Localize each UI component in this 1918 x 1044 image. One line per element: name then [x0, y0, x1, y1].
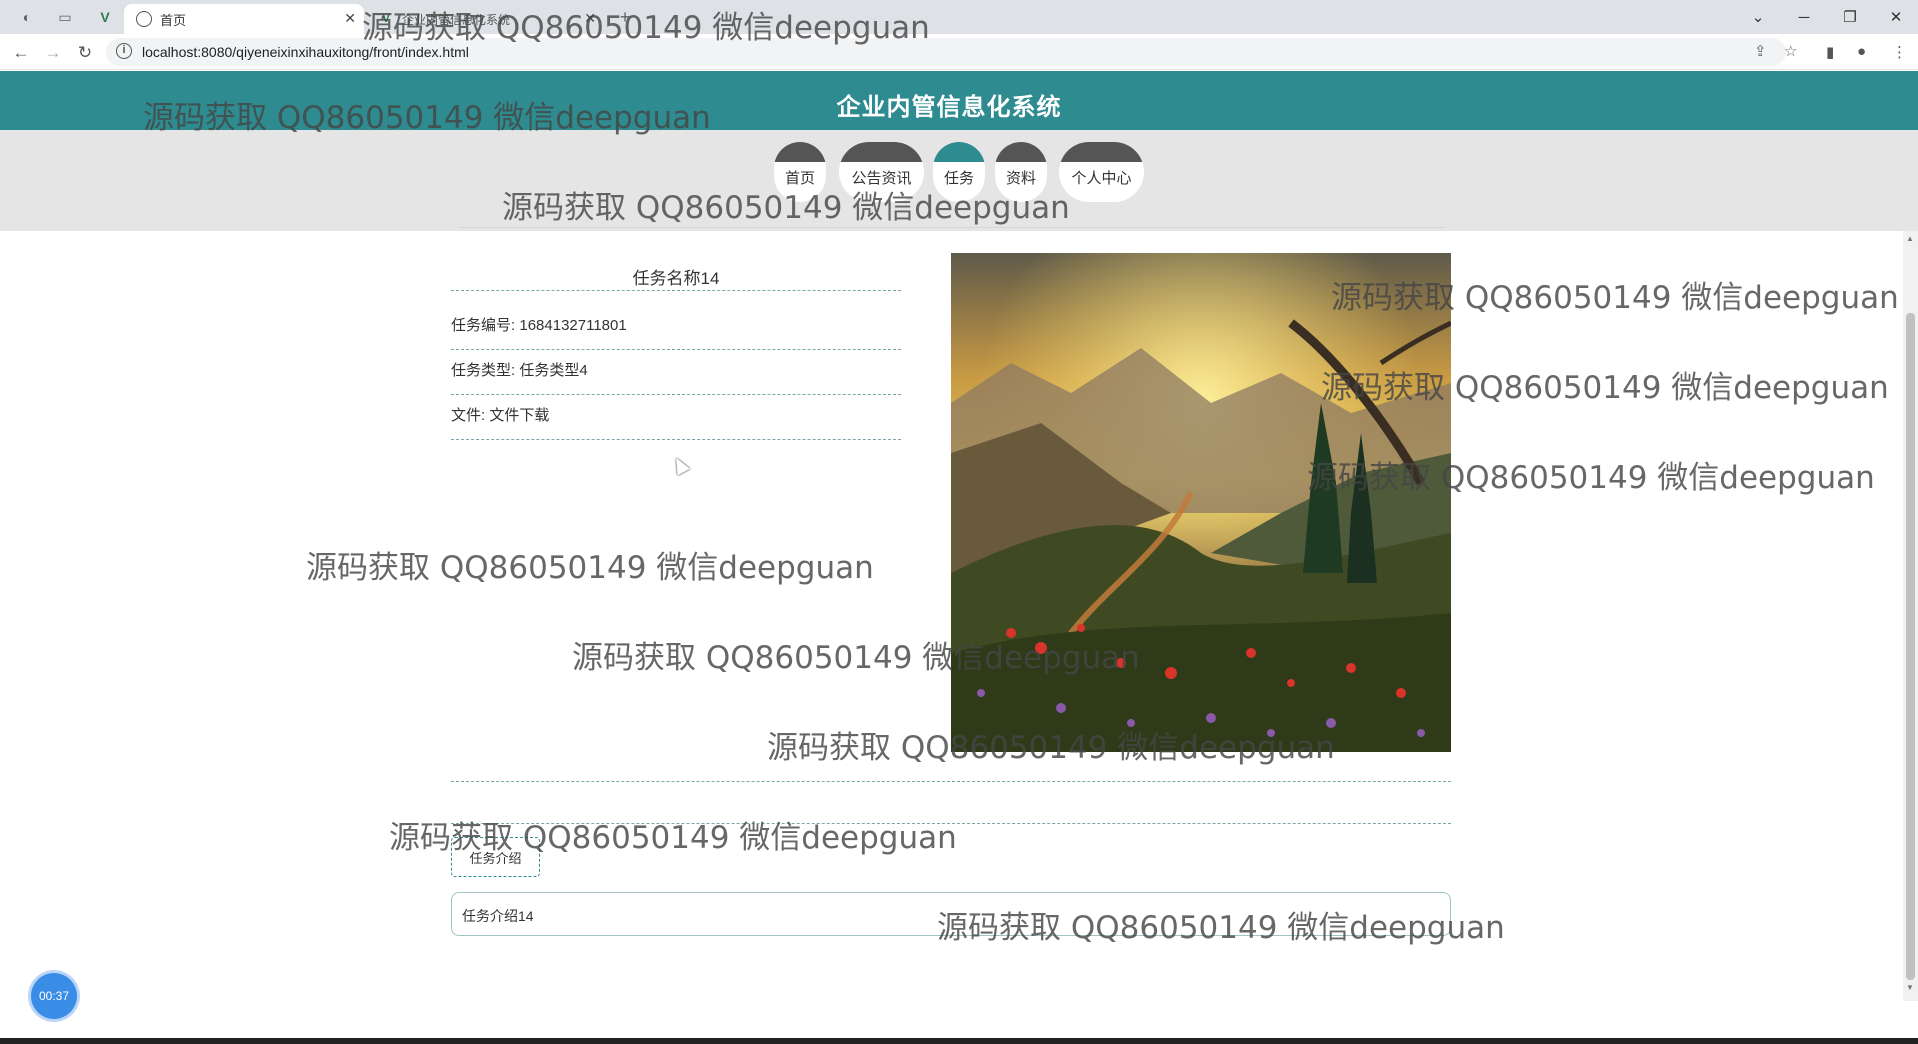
task-name: 任务名称14	[632, 269, 720, 288]
watermark: 源码获取 QQ86050149 微信deepguan	[1307, 460, 1875, 496]
scroll-down-icon[interactable]: ▼	[1906, 983, 1914, 992]
tab-title: 首页	[160, 12, 187, 28]
divider	[460, 227, 1444, 228]
field-task-number: 任务编号: 1684132711801	[451, 314, 901, 350]
watermark: 源码获取 QQ86050149 微信deepguan	[1321, 370, 1889, 406]
field-task-type: 任务类型: 任务类型4	[451, 359, 901, 395]
globe-icon	[136, 11, 152, 27]
tab-search-icon[interactable]: ⌄	[1738, 4, 1778, 30]
watermark: 源码获取 QQ86050149 微信deepguan	[502, 190, 1070, 226]
tab-home[interactable]: 首页 ✕	[124, 4, 364, 34]
watermark: 源码获取 QQ86050149 微信deepguan	[143, 100, 711, 136]
reload-icon[interactable]: ↻	[72, 40, 98, 66]
blank-page-icon[interactable]: ▭	[54, 6, 76, 28]
watermark: 源码获取 QQ86050149 微信deepguan	[362, 10, 930, 46]
scroll-up-icon[interactable]: ▲	[1906, 234, 1914, 243]
close-window-button[interactable]: ✕	[1876, 4, 1916, 30]
watermark: 源码获取 QQ86050149 微信deepguan	[937, 910, 1505, 946]
field-label: 文件	[451, 407, 482, 424]
watermark: 源码获取 QQ86050149 微信deepguan	[389, 820, 957, 856]
watermark: 源码获取 QQ86050149 微信deepguan	[306, 550, 874, 586]
vue-logo-icon[interactable]: V	[94, 6, 116, 28]
side-panel-icon[interactable]: ▮	[1826, 43, 1834, 61]
minimize-button[interactable]: ─	[1784, 4, 1824, 30]
field-label: 任务编号	[451, 317, 512, 334]
maximize-button[interactable]: ❐	[1830, 4, 1870, 30]
landscape-image	[951, 253, 1451, 752]
scrollbar-thumb[interactable]	[1906, 313, 1915, 980]
site-info-icon[interactable]: i	[116, 43, 132, 59]
bookmark-star-icon[interactable]: ☆	[1784, 42, 1797, 60]
address-bar[interactable]: i localhost:8080/qiyeneixinxihauxitong/f…	[106, 38, 1797, 66]
file-download-link[interactable]: 文件下载	[489, 407, 549, 424]
field-label: 任务类型	[451, 362, 512, 379]
taskbar-edge	[0, 1038, 1918, 1044]
browser-toolbar: ← → ↻ i localhost:8080/qiyeneixinxihauxi…	[0, 34, 1918, 70]
browser-tab-strip: ◐ ▭ V 首页 ✕ V 企业内管信息化系统 ✕ + ⌄ ─ ❐ ✕	[0, 0, 1918, 34]
share-icon[interactable]: ⇪	[1754, 42, 1767, 60]
divider	[451, 290, 901, 291]
field-value: 任务类型4	[519, 362, 588, 379]
page-scrollbar[interactable]: ▲ ▼	[1903, 231, 1918, 1001]
field-value: 1684132711801	[519, 317, 627, 334]
nav-label: 个人中心	[1071, 170, 1132, 187]
browser-menu-icon[interactable]: ⋮	[1892, 43, 1907, 61]
forward-icon[interactable]: →	[40, 40, 66, 66]
watermark: 源码获取 QQ86050149 微信deepguan	[572, 640, 1140, 676]
watermark: 源码获取 QQ86050149 微信deepguan	[1331, 280, 1899, 316]
back-icon[interactable]: ←	[8, 40, 34, 66]
mouse-cursor-icon	[670, 454, 690, 476]
task-image	[951, 253, 1451, 752]
recording-timer[interactable]: 00:37	[31, 973, 77, 1019]
globe-icon[interactable]: ◐	[16, 6, 38, 28]
divider	[451, 781, 1451, 782]
watermark: 源码获取 QQ86050149 微信deepguan	[767, 730, 1335, 766]
close-tab-icon[interactable]: ✕	[344, 10, 356, 27]
profile-avatar-icon[interactable]: ●	[1857, 43, 1866, 60]
nav-item-profile[interactable]: 个人中心	[1059, 142, 1144, 202]
field-file: 文件: 文件下载	[451, 404, 901, 440]
